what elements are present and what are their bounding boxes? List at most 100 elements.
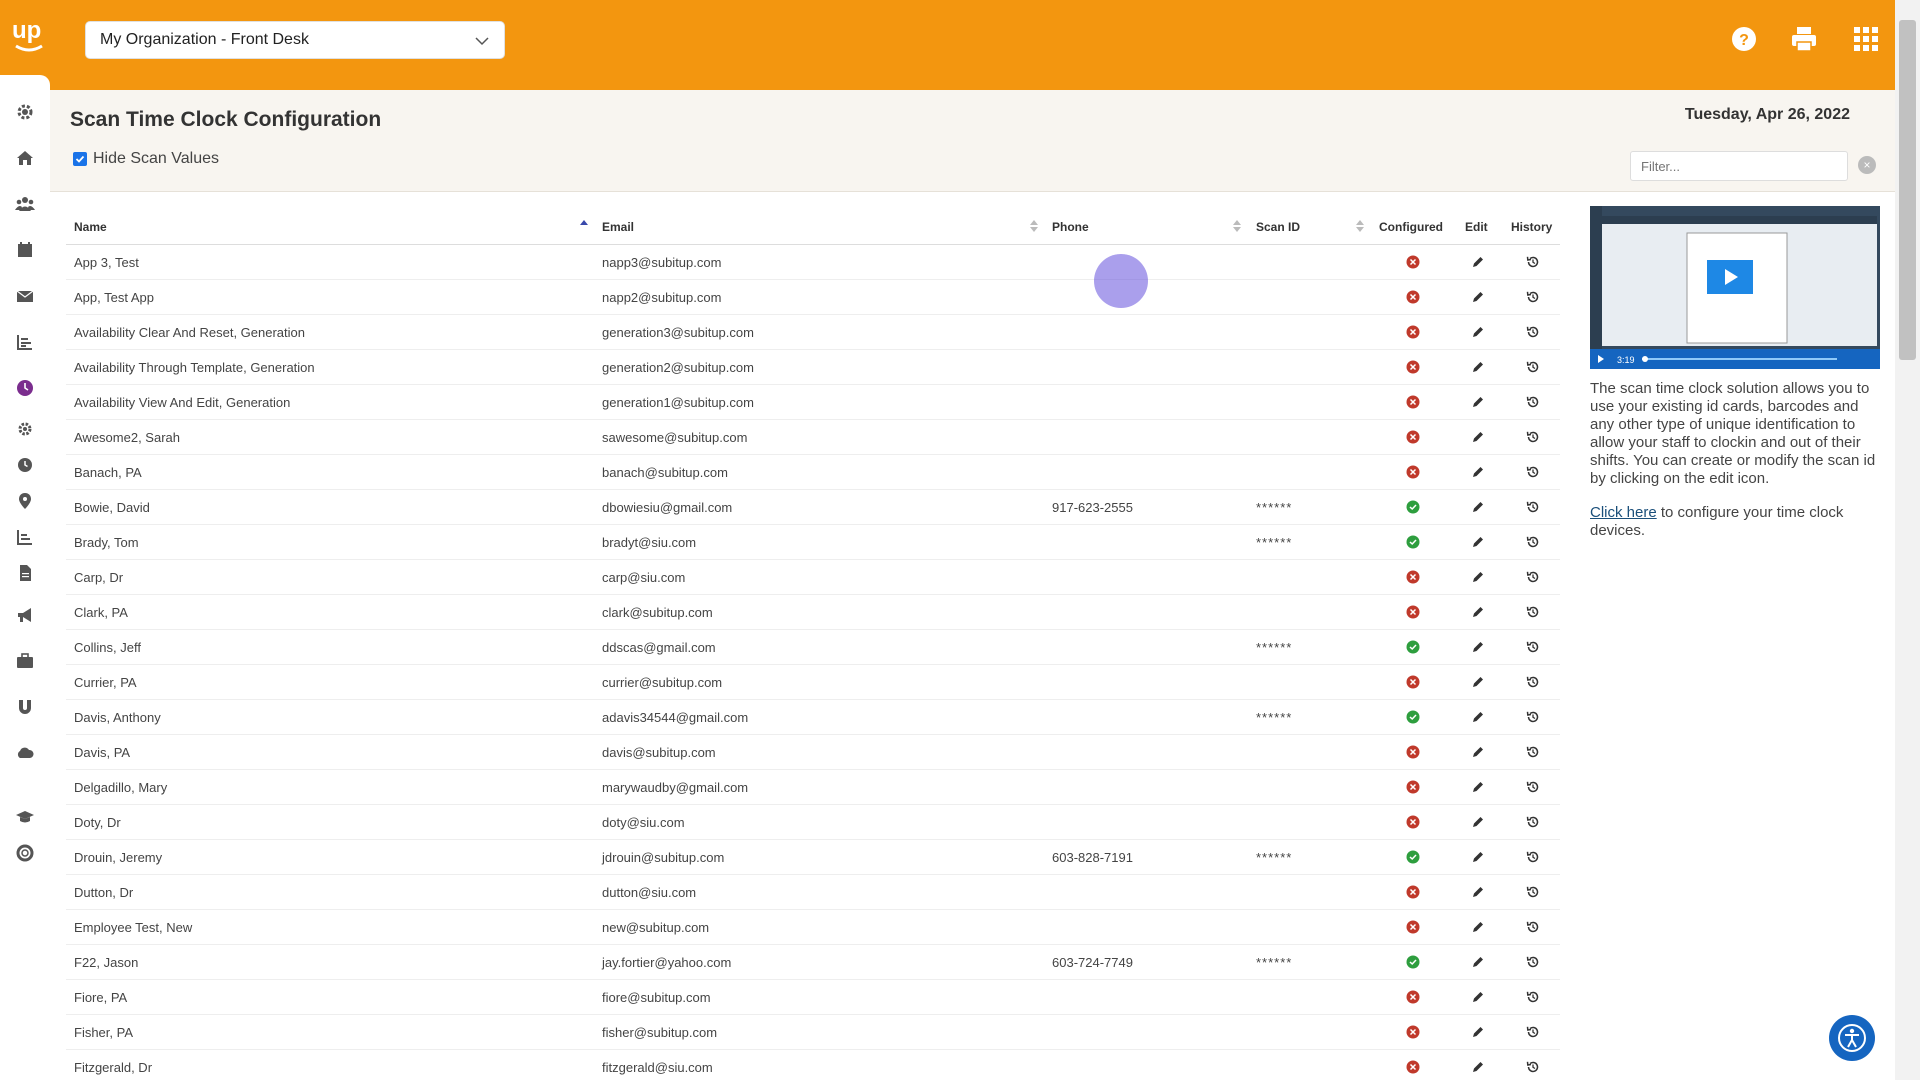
edit-pencil-icon[interactable] bbox=[1470, 324, 1486, 340]
history-icon[interactable] bbox=[1525, 989, 1541, 1005]
history-icon[interactable] bbox=[1525, 744, 1541, 760]
chart-icon[interactable] bbox=[13, 525, 37, 549]
edit-pencil-icon[interactable] bbox=[1470, 954, 1486, 970]
history-icon[interactable] bbox=[1525, 534, 1541, 550]
subitup-logo[interactable]: up bbox=[10, 16, 48, 56]
history-icon[interactable] bbox=[1525, 604, 1541, 620]
mail-icon[interactable] bbox=[13, 284, 37, 308]
scrollbar-thumb[interactable] bbox=[1899, 20, 1916, 360]
accessibility-button[interactable] bbox=[1829, 1015, 1875, 1061]
home-icon[interactable] bbox=[13, 146, 37, 170]
edit-pencil-icon[interactable] bbox=[1470, 779, 1486, 795]
employee-scan-id: ****** bbox=[1256, 710, 1293, 725]
edit-pencil-icon[interactable] bbox=[1470, 359, 1486, 375]
magnet-icon[interactable] bbox=[13, 695, 37, 719]
apps-grid-icon[interactable] bbox=[1851, 24, 1881, 54]
history-icon[interactable] bbox=[1525, 814, 1541, 830]
column-header-name[interactable]: Name bbox=[74, 220, 107, 234]
edit-pencil-icon[interactable] bbox=[1470, 1059, 1486, 1075]
edit-pencil-icon[interactable] bbox=[1470, 744, 1486, 760]
video-time: 3:19 bbox=[1617, 355, 1635, 365]
table-row: Carp, Dr carp@siu.com bbox=[66, 560, 1560, 595]
cloud-icon[interactable] bbox=[13, 741, 37, 765]
history-icon[interactable] bbox=[1525, 569, 1541, 585]
gear-icon[interactable] bbox=[13, 417, 37, 441]
click-here-link[interactable]: Click here bbox=[1590, 504, 1657, 521]
edit-pencil-icon[interactable] bbox=[1470, 394, 1486, 410]
edit-pencil-icon[interactable] bbox=[1470, 604, 1486, 620]
history-icon[interactable] bbox=[1525, 254, 1541, 270]
history-icon[interactable] bbox=[1525, 884, 1541, 900]
history-icon[interactable] bbox=[1525, 289, 1541, 305]
history-icon[interactable] bbox=[1525, 394, 1541, 410]
print-icon[interactable] bbox=[1789, 24, 1819, 54]
edit-pencil-icon[interactable] bbox=[1470, 534, 1486, 550]
edit-pencil-icon[interactable] bbox=[1470, 814, 1486, 830]
edit-pencil-icon[interactable] bbox=[1470, 254, 1486, 270]
page-header: Scan Time Clock Configuration Tuesday, A… bbox=[50, 90, 1895, 192]
megaphone-icon[interactable] bbox=[13, 603, 37, 627]
employee-name: Clark, PA bbox=[74, 605, 128, 620]
settings-icon[interactable] bbox=[13, 100, 37, 124]
filter-input[interactable] bbox=[1630, 151, 1848, 181]
graduation-cap-icon[interactable] bbox=[13, 805, 37, 829]
history-icon[interactable] bbox=[1525, 919, 1541, 935]
table-row: Employee Test, New new@subitup.com bbox=[66, 910, 1560, 945]
history-icon[interactable] bbox=[1525, 464, 1541, 480]
history-icon[interactable] bbox=[1525, 429, 1541, 445]
edit-pencil-icon[interactable] bbox=[1470, 709, 1486, 725]
tutorial-video[interactable]: 3:19 bbox=[1590, 206, 1880, 369]
clock-icon[interactable] bbox=[13, 376, 37, 400]
history-icon[interactable] bbox=[1525, 639, 1541, 655]
edit-pencil-icon[interactable] bbox=[1470, 464, 1486, 480]
column-header-scan-id[interactable]: Scan ID bbox=[1256, 220, 1300, 234]
edit-pencil-icon[interactable] bbox=[1470, 429, 1486, 445]
document-icon[interactable] bbox=[13, 561, 37, 585]
not-configured-x-icon bbox=[1406, 255, 1420, 269]
history-icon[interactable] bbox=[1525, 1024, 1541, 1040]
history-icon[interactable] bbox=[1525, 779, 1541, 795]
edit-pencil-icon[interactable] bbox=[1470, 674, 1486, 690]
sort-icon[interactable] bbox=[1030, 219, 1038, 233]
employee-email: generation1@subitup.com bbox=[602, 395, 754, 410]
hide-scan-values-checkbox[interactable]: Hide Scan Values bbox=[73, 150, 219, 168]
edit-pencil-icon[interactable] bbox=[1470, 499, 1486, 515]
column-header-email[interactable]: Email bbox=[602, 220, 634, 234]
sort-icon[interactable] bbox=[1356, 219, 1364, 233]
column-header-phone[interactable]: Phone bbox=[1052, 220, 1089, 234]
history-icon[interactable] bbox=[1525, 849, 1541, 865]
edit-pencil-icon[interactable] bbox=[1470, 289, 1486, 305]
support-icon[interactable] bbox=[13, 841, 37, 865]
history-icon[interactable] bbox=[1525, 674, 1541, 690]
table-row: Fiore, PA fiore@subitup.com bbox=[66, 980, 1560, 1015]
history-icon[interactable] bbox=[1525, 709, 1541, 725]
help-icon[interactable]: ? bbox=[1729, 24, 1759, 54]
edit-pencil-icon[interactable] bbox=[1470, 849, 1486, 865]
reports-icon[interactable] bbox=[13, 330, 37, 354]
sort-ascending-icon[interactable] bbox=[580, 219, 588, 233]
calendar-icon[interactable] bbox=[13, 238, 37, 262]
sort-icon[interactable] bbox=[1233, 219, 1241, 233]
history-clock-icon[interactable] bbox=[13, 453, 37, 477]
briefcase-icon[interactable] bbox=[13, 649, 37, 673]
history-icon[interactable] bbox=[1525, 324, 1541, 340]
history-icon[interactable] bbox=[1525, 1059, 1541, 1075]
history-icon[interactable] bbox=[1525, 499, 1541, 515]
history-icon[interactable] bbox=[1525, 954, 1541, 970]
people-icon[interactable] bbox=[13, 192, 37, 216]
table-row: Davis, Anthony adavis34544@gmail.com *****… bbox=[66, 700, 1560, 735]
history-icon[interactable] bbox=[1525, 359, 1541, 375]
chevron-down-icon bbox=[475, 37, 489, 46]
edit-pencil-icon[interactable] bbox=[1470, 919, 1486, 935]
clear-filter-icon[interactable]: × bbox=[1858, 156, 1876, 174]
employee-email: fitzgerald@siu.com bbox=[602, 1060, 713, 1075]
page-scrollbar[interactable] bbox=[1895, 0, 1920, 1080]
organization-select[interactable]: My Organization - Front Desk bbox=[85, 21, 505, 59]
edit-pencil-icon[interactable] bbox=[1470, 989, 1486, 1005]
edit-pencil-icon[interactable] bbox=[1470, 569, 1486, 585]
location-pin-icon[interactable] bbox=[13, 489, 37, 513]
configured-check-icon bbox=[1406, 500, 1420, 514]
edit-pencil-icon[interactable] bbox=[1470, 884, 1486, 900]
edit-pencil-icon[interactable] bbox=[1470, 639, 1486, 655]
edit-pencil-icon[interactable] bbox=[1470, 1024, 1486, 1040]
